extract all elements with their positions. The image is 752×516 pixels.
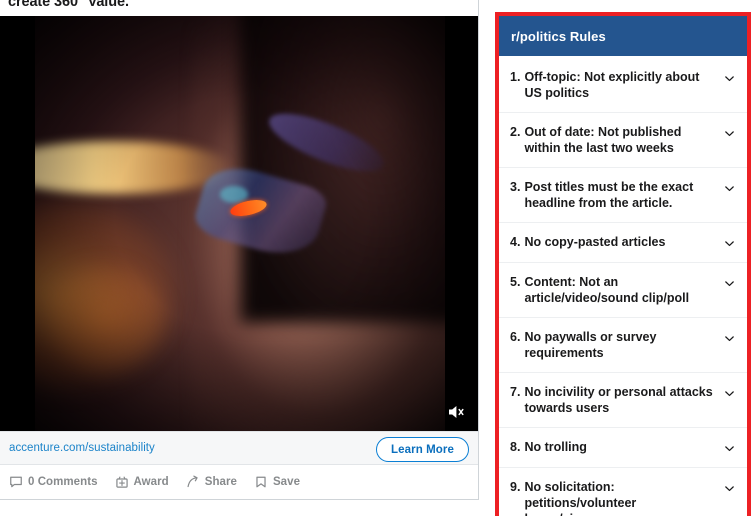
- rule-row[interactable]: 7. No incivility or personal attacks tow…: [499, 373, 747, 428]
- rule-number: 2.: [510, 125, 521, 139]
- comment-bubble-icon: [9, 475, 23, 489]
- rule-row[interactable]: 8. No trolling: [499, 428, 747, 468]
- rules-widget: r/politics Rules 1. Off-topic: Not expli…: [499, 16, 747, 516]
- learn-more-button[interactable]: Learn More: [376, 437, 469, 462]
- rule-number: 1.: [510, 70, 521, 84]
- rule-row[interactable]: 3. Post titles must be the exact headlin…: [499, 168, 747, 223]
- rule-number: 7.: [510, 385, 521, 399]
- rules-list: 1. Off-topic: Not explicitly about US po…: [499, 56, 747, 516]
- rules-header-title: r/politics Rules: [511, 28, 606, 44]
- rule-row[interactable]: 1. Off-topic: Not explicitly about US po…: [499, 56, 747, 113]
- chevron-down-icon[interactable]: [721, 125, 737, 141]
- chevron-down-icon[interactable]: [721, 235, 737, 251]
- rule-row[interactable]: 9. No solicitation: petitions/volunteer …: [499, 468, 747, 516]
- chevron-down-icon[interactable]: [721, 440, 737, 456]
- rule-number: 9.: [510, 480, 521, 494]
- speaker-muted-icon[interactable]: [445, 401, 467, 423]
- screenshot-root: create 360° Value. accenture.com/sustain…: [0, 0, 752, 516]
- rule-text: No incivility or personal attacks toward…: [524, 385, 713, 415]
- comments-label: 0 Comments: [28, 476, 98, 488]
- award-label: Award: [133, 476, 169, 488]
- chevron-down-icon[interactable]: [721, 480, 737, 496]
- share-label: Share: [204, 476, 237, 488]
- rules-header: r/politics Rules: [499, 16, 747, 56]
- comments-button[interactable]: 0 Comments: [9, 475, 98, 489]
- chevron-down-icon[interactable]: [721, 275, 737, 291]
- post-card: create 360° Value. accenture.com/sustain…: [0, 0, 479, 500]
- post-link-url[interactable]: accenture.com/sustainability: [9, 442, 155, 454]
- save-button[interactable]: Save: [254, 475, 300, 489]
- rule-text: Post titles must be the exact headline f…: [524, 180, 694, 210]
- rule-number: 8.: [510, 440, 521, 454]
- chevron-down-icon[interactable]: [721, 70, 737, 86]
- rule-text: Out of date: Not published within the la…: [524, 125, 682, 155]
- rule-text: Off-topic: Not explicitly about US polit…: [524, 70, 700, 100]
- rule-text: No trolling: [524, 440, 587, 454]
- post-action-row: 0 Comments Award Share Save: [0, 465, 478, 499]
- rule-text: No paywalls or survey requirements: [524, 330, 657, 360]
- video-player[interactable]: [0, 16, 478, 431]
- post-link-bar: accenture.com/sustainability Learn More: [0, 431, 478, 465]
- rule-number: 4.: [510, 235, 521, 249]
- rule-text: No copy-pasted articles: [524, 235, 666, 249]
- rule-number: 6.: [510, 330, 521, 344]
- rule-row[interactable]: 6. No paywalls or survey requirements: [499, 318, 747, 373]
- save-bookmark-icon: [254, 475, 268, 489]
- chevron-down-icon[interactable]: [721, 180, 737, 196]
- video-still: [35, 16, 445, 431]
- rule-row[interactable]: 5. Content: Not an article/video/sound c…: [499, 263, 747, 318]
- share-button[interactable]: Share: [186, 475, 237, 489]
- award-button[interactable]: Award: [115, 475, 169, 489]
- rule-text: Content: Not an article/video/sound clip…: [524, 275, 690, 305]
- share-arrow-icon: [186, 475, 200, 489]
- chevron-down-icon[interactable]: [721, 385, 737, 401]
- rules-widget-highlight: r/politics Rules 1. Off-topic: Not expli…: [495, 12, 751, 516]
- rule-row[interactable]: 2. Out of date: Not published within the…: [499, 113, 747, 168]
- rule-number: 5.: [510, 275, 521, 289]
- save-label: Save: [272, 476, 301, 488]
- rule-row[interactable]: 4. No copy-pasted articles: [499, 223, 747, 263]
- video-vignette: [35, 16, 445, 431]
- rule-number: 3.: [510, 180, 521, 194]
- post-title: create 360° Value.: [8, 0, 129, 10]
- rule-text: No solicitation: petitions/volunteer hou…: [524, 480, 637, 516]
- chevron-down-icon[interactable]: [721, 330, 737, 346]
- award-gift-icon: [115, 475, 129, 489]
